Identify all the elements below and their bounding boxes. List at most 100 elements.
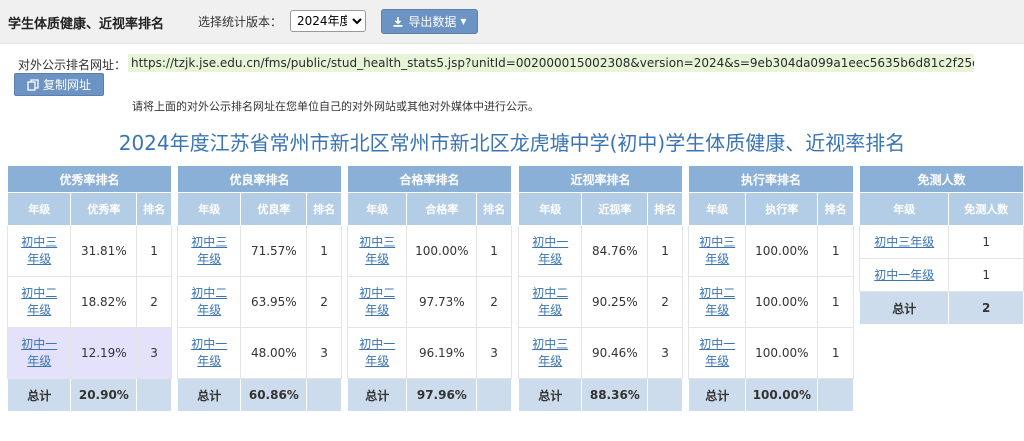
grade-link[interactable]: 初中三年级 bbox=[21, 234, 57, 268]
rate-cell: 71.57% bbox=[240, 225, 308, 277]
panel-title: 免测人数 bbox=[859, 165, 1024, 193]
rank-cell: 1 bbox=[647, 225, 683, 277]
col-header-rate: 执行率 bbox=[745, 192, 819, 226]
rate-cell: 100.00% bbox=[745, 327, 819, 379]
grade-link[interactable]: 初中二 年级 bbox=[532, 285, 568, 319]
rank-cell: 3 bbox=[476, 327, 512, 379]
export-data-label: 导出数据 bbox=[408, 15, 457, 29]
col-header-grade: 年级 bbox=[176, 192, 242, 226]
table-row: 初中二 年级 100.00% 1 bbox=[687, 276, 854, 328]
grade-link[interactable]: 初中一年级 bbox=[532, 234, 568, 268]
count-cell: 1 bbox=[948, 258, 1024, 292]
col-header-rate: 近视率 bbox=[581, 192, 649, 226]
caret-down-icon: ▼ bbox=[460, 17, 467, 26]
grade-link[interactable]: 初中二 年级 bbox=[191, 285, 227, 319]
rank-cell: 1 bbox=[817, 225, 854, 277]
total-value: 2 bbox=[948, 291, 1024, 325]
school-ranking-title: 2024年度江苏省常州市新北区常州市新北区龙虎塘中学(初中)学生体质健康、近视率… bbox=[118, 131, 906, 155]
rank-cell: 1 bbox=[136, 225, 172, 277]
rank-cell: 3 bbox=[306, 327, 342, 379]
table-row: 初中三 年级 100.00% 1 bbox=[346, 225, 512, 277]
total-row: 总计 88.36% bbox=[517, 378, 683, 412]
rate-cell: 100.00% bbox=[406, 225, 478, 277]
col-header-grade: 年级 bbox=[346, 192, 408, 226]
col-header-count: 免测人数 bbox=[948, 192, 1024, 226]
grade-link[interactable]: 初中一年级 bbox=[359, 336, 395, 370]
panel-title: 近视率排名 bbox=[518, 165, 683, 193]
version-select[interactable]: 2024年度 bbox=[290, 10, 366, 32]
total-label: 总计 bbox=[858, 291, 950, 325]
total-label: 总计 bbox=[517, 378, 583, 412]
version-label: 选择统计版本： bbox=[198, 15, 283, 29]
panel-title: 优秀率排名 bbox=[7, 165, 172, 193]
table-row: 初中一 年级 100.00% 1 bbox=[687, 327, 854, 379]
col-header-rate: 优秀率 bbox=[70, 192, 138, 226]
total-rank-empty bbox=[647, 378, 683, 412]
grade-link[interactable]: 初中一年级 bbox=[699, 336, 735, 370]
table-row-highlighted: 初中一 年级 12.19% 3 bbox=[6, 327, 172, 379]
good-rate-panel: 优良率排名 年级 优良率 排名 初中三 年级 71.57% 1 初中二 年级 63.… bbox=[176, 165, 342, 412]
grade-link[interactable]: 初中三年级 bbox=[191, 234, 227, 268]
public-url-value[interactable]: https://tzjk.jse.edu.cn/fms/public/stud_… bbox=[128, 54, 974, 72]
export-data-button[interactable]: 导出数据 ▼ bbox=[381, 9, 478, 34]
total-value: 100.00% bbox=[745, 378, 819, 412]
grade-link[interactable]: 初中二 年级 bbox=[359, 285, 395, 319]
rank-cell: 2 bbox=[306, 276, 342, 328]
table-row: 初中一 年级 48.00% 3 bbox=[176, 327, 342, 379]
grade-link[interactable]: 初中三年级 bbox=[699, 234, 735, 268]
rank-cell: 3 bbox=[647, 327, 683, 379]
col-header-grade: 年级 bbox=[858, 192, 950, 226]
col-header-rank: 排名 bbox=[647, 192, 683, 226]
rank-cell: 3 bbox=[136, 327, 172, 379]
copy-url-label: 复制网址 bbox=[42, 78, 91, 92]
table-row: 初中一年级 1 bbox=[858, 258, 1024, 292]
rate-cell: 100.00% bbox=[745, 276, 819, 328]
rate-cell: 12.19% bbox=[70, 327, 138, 379]
total-row: 总计 60.86% bbox=[176, 378, 342, 412]
grade-link[interactable]: 初中三年级 bbox=[359, 234, 395, 268]
col-header-rank: 排名 bbox=[136, 192, 172, 226]
total-rank-empty bbox=[817, 378, 854, 412]
copy-icon bbox=[27, 78, 39, 91]
rate-cell: 96.19% bbox=[406, 327, 478, 379]
grade-link[interactable]: 初中三年级 bbox=[532, 336, 568, 370]
top-toolbar: 学生体质健康、近视率排名 选择统计版本： 2024年度 导出数据 ▼ bbox=[0, 0, 1024, 44]
table-row: 初中二 年级 97.73% 2 bbox=[346, 276, 512, 328]
rate-cell: 97.73% bbox=[406, 276, 478, 328]
table-row: 初中二 年级 18.82% 2 bbox=[6, 276, 172, 328]
grade-link[interactable]: 初中三年级 bbox=[874, 234, 934, 251]
panel-title: 优良率排名 bbox=[177, 165, 342, 193]
grade-link[interactable]: 初中一年级 bbox=[874, 267, 934, 284]
total-row: 总计 100.00% bbox=[687, 378, 854, 412]
grade-link[interactable]: 初中二 年级 bbox=[21, 285, 57, 319]
table-row: 初中二 年级 90.25% 2 bbox=[517, 276, 683, 328]
rate-cell: 90.46% bbox=[581, 327, 649, 379]
rate-cell: 63.95% bbox=[240, 276, 308, 328]
table-row: 初中三年级 1 bbox=[858, 225, 1024, 259]
rank-cell: 2 bbox=[136, 276, 172, 328]
public-url-label: 对外公示排名网址： bbox=[18, 58, 127, 72]
excellent-rate-panel: 优秀率排名 年级 优秀率 排名 初中三 年级 31.81% 1 初中二 年级 18.… bbox=[6, 165, 172, 412]
total-rank-empty bbox=[136, 378, 172, 412]
col-header-rank: 排名 bbox=[476, 192, 512, 226]
copy-url-button[interactable]: 复制网址 bbox=[14, 73, 104, 96]
publish-notice: 请将上面的对外公示排名网址在您单位自己的对外网站或其他对外媒体中进行公示。 bbox=[132, 100, 539, 113]
rank-cell: 2 bbox=[647, 276, 683, 328]
total-rank-empty bbox=[306, 378, 342, 412]
pass-rate-panel: 合格率排名 年级 合格率 排名 初中三 年级 100.00% 1 初中二 年级 97… bbox=[346, 165, 512, 412]
table-row: 初中三 年级 71.57% 1 bbox=[176, 225, 342, 277]
rank-cell: 1 bbox=[476, 225, 512, 277]
rank-cell: 1 bbox=[817, 276, 854, 328]
rate-cell: 84.76% bbox=[581, 225, 649, 277]
total-row: 总计 20.90% bbox=[6, 378, 172, 412]
rate-cell: 48.00% bbox=[240, 327, 308, 379]
rate-cell: 90.25% bbox=[581, 276, 649, 328]
grade-link[interactable]: 初中一年级 bbox=[21, 336, 57, 370]
total-row: 总计 97.96% bbox=[346, 378, 512, 412]
execution-rate-panel: 执行率排名 年级 执行率 排名 初中三 年级 100.00% 1 初中二 年级 10… bbox=[687, 165, 854, 412]
count-cell: 1 bbox=[948, 225, 1024, 259]
myopia-rate-panel: 近视率排名 年级 近视率 排名 初中一 年级 84.76% 1 初中二 年级 90.… bbox=[517, 165, 683, 412]
grade-link[interactable]: 初中二 年级 bbox=[699, 285, 735, 319]
grade-link[interactable]: 初中一年级 bbox=[191, 336, 227, 370]
table-row: 初中三 年级 90.46% 3 bbox=[517, 327, 683, 379]
